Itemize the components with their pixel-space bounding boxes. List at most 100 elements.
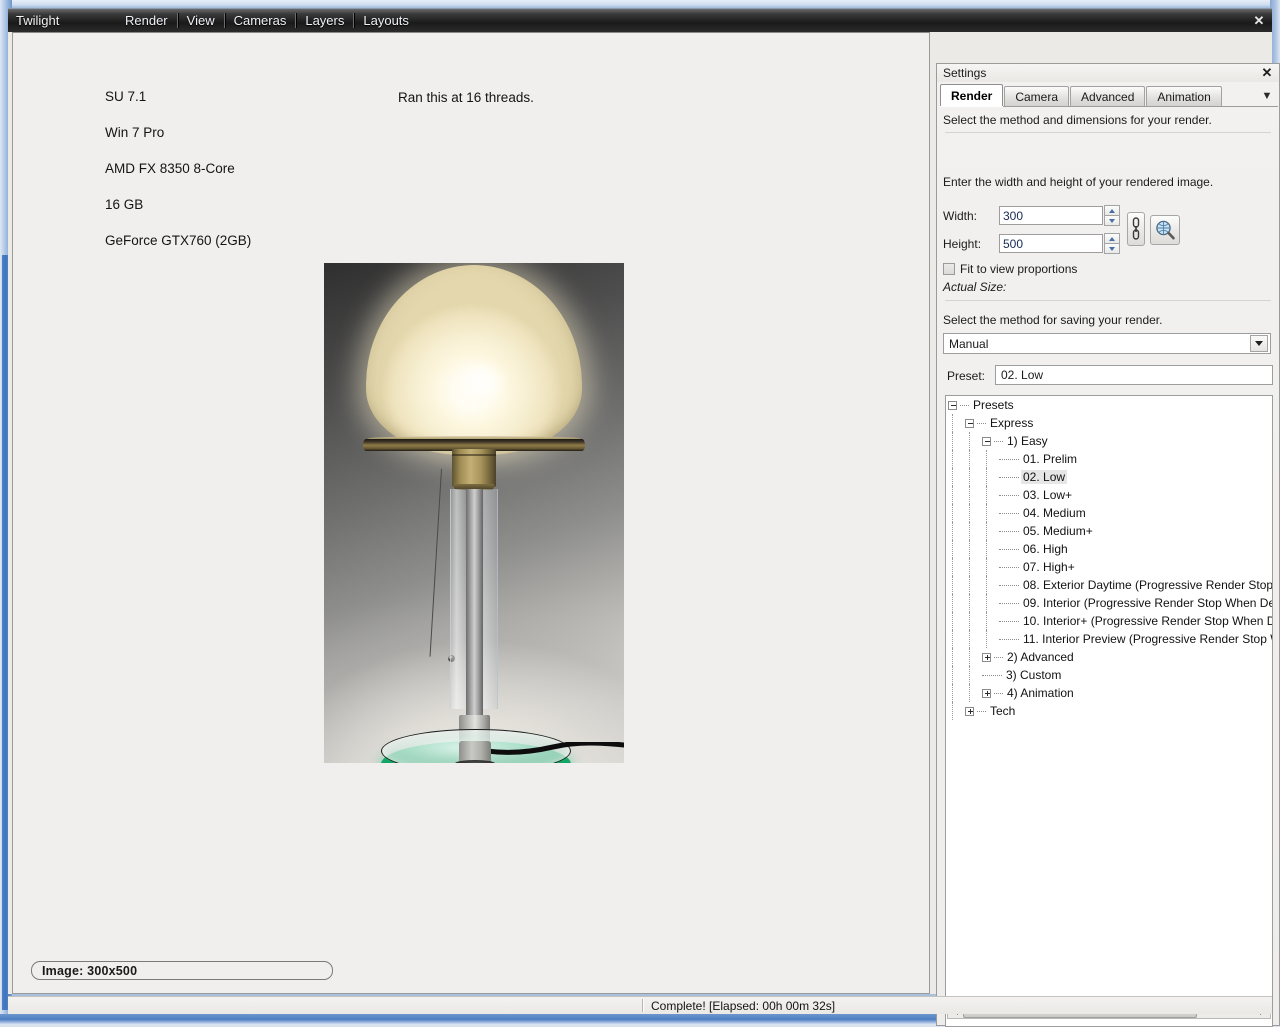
tree-item[interactable]: Tech <box>946 702 1272 720</box>
tree-connector <box>994 440 1003 442</box>
tree-guide-line <box>986 612 987 630</box>
client-area: SU 7.1 Win 7 Pro AMD FX 8350 8-Core 16 G… <box>8 32 1280 1027</box>
menu-item-layouts[interactable]: Layouts <box>354 9 418 32</box>
tree-guide-line <box>986 468 987 486</box>
image-size-readout[interactable]: Image: 300x500 <box>31 961 333 980</box>
tree-guide-line <box>969 522 970 540</box>
tree-item[interactable]: 1) Easy <box>946 432 1272 450</box>
tree-item[interactable]: 3) Custom <box>946 666 1272 684</box>
tree-guide-line <box>952 630 953 648</box>
tab-render[interactable]: Render <box>940 84 1004 106</box>
tree-connector <box>960 404 969 406</box>
chevron-down-icon[interactable] <box>1250 335 1268 352</box>
tab-advanced[interactable]: Advanced <box>1070 86 1146 106</box>
chain-link-icon[interactable] <box>1127 212 1145 246</box>
height-input[interactable] <box>999 234 1103 253</box>
tree-guide-line <box>952 504 953 522</box>
info-line-ram: 16 GB <box>105 197 144 212</box>
fit-to-view-row[interactable]: Fit to view proportions <box>943 262 1077 276</box>
tree-item[interactable]: 09. Interior (Progressive Render Stop Wh… <box>946 594 1272 612</box>
tree-guide-line <box>969 648 970 666</box>
menu-item-view[interactable]: View <box>178 9 224 32</box>
tree-guide-line <box>969 594 970 612</box>
tree-item[interactable]: 03. Low+ <box>946 486 1272 504</box>
tree-guide-line <box>952 540 953 558</box>
tree-item-label: 06. High <box>1023 542 1068 556</box>
height-stepper-up[interactable] <box>1104 233 1120 243</box>
height-stepper[interactable] <box>1104 233 1120 254</box>
tree-item[interactable]: 01. Prelim <box>946 450 1272 468</box>
info-note-threads: Ran this at 16 threads. <box>398 90 534 105</box>
expand-icon[interactable] <box>982 652 991 662</box>
preset-input[interactable]: 02. Low <box>995 365 1273 385</box>
tree-item[interactable]: 06. High <box>946 540 1272 558</box>
statusbar-status-text: Complete! [Elapsed: 00h 00m 32s] <box>651 998 836 1013</box>
settings-panel-title: Settings <box>943 66 987 80</box>
lamp-power-cable <box>487 742 624 756</box>
info-line-os: Win 7 Pro <box>105 125 165 140</box>
save-method-dropdown[interactable]: Manual <box>943 333 1271 354</box>
tree-item[interactable]: 08. Exterior Daytime (Progressive Render… <box>946 576 1272 594</box>
tree-guide-line <box>952 486 953 504</box>
chevron-down-icon[interactable]: ▼ <box>1256 86 1278 106</box>
tree-guide-line <box>969 468 970 486</box>
fit-to-view-checkbox[interactable] <box>943 263 955 275</box>
tree-item-label: 02. Low <box>1021 470 1068 484</box>
tree-guide-line <box>969 450 970 468</box>
tree-item[interactable]: 05. Medium+ <box>946 522 1272 540</box>
actual-size-label: Actual Size: <box>943 280 1007 294</box>
presets-tree[interactable]: Presets Express 1) Easy 01. Prelim 02. Low 03… <box>945 395 1273 1027</box>
statusbar-separator <box>642 999 643 1012</box>
tree-guide-line <box>969 612 970 630</box>
tree-item-label: 1) Easy <box>1007 434 1048 448</box>
tab-animation[interactable]: Animation <box>1146 86 1222 106</box>
magnifier-globe-icon[interactable] <box>1150 215 1180 245</box>
tree-connector <box>999 602 1019 604</box>
menu-item-render[interactable]: Render <box>116 9 177 32</box>
tree-guide-line <box>969 432 970 450</box>
tree-guide-line <box>986 630 987 648</box>
tree-connector <box>999 476 1019 478</box>
section-divider <box>945 132 1271 133</box>
lamp-base-hub-ring <box>455 760 495 763</box>
tree-guide-line <box>952 612 953 630</box>
tree-item[interactable]: Presets <box>946 396 1272 414</box>
menu-item-layers[interactable]: Layers <box>296 9 353 32</box>
expand-icon[interactable] <box>982 688 991 698</box>
width-input[interactable] <box>999 206 1103 225</box>
tree-item[interactable]: 10. Interior+ (Progressive Render Stop W… <box>946 612 1272 630</box>
tree-guide-line <box>952 684 953 702</box>
tree-connector <box>982 674 1002 676</box>
tree-item[interactable]: 02. Low <box>946 468 1272 486</box>
tree-item-label: Presets <box>973 398 1014 412</box>
tree-guide-line <box>969 576 970 594</box>
tree-item[interactable]: 07. High+ <box>946 558 1272 576</box>
settings-tabstrip: Render Camera Advanced Animation ▼ <box>940 84 1278 107</box>
collapse-icon[interactable] <box>948 400 957 410</box>
hint-enter-dimensions: Enter the width and height of your rende… <box>943 175 1214 189</box>
tree-guide-line <box>952 648 953 666</box>
tree-item[interactable]: 4) Animation <box>946 684 1272 702</box>
width-stepper-up[interactable] <box>1104 205 1120 215</box>
app-title: Twilight <box>16 13 60 28</box>
expand-icon[interactable] <box>965 706 974 716</box>
width-stepper[interactable] <box>1104 205 1120 226</box>
tab-camera[interactable]: Camera <box>1004 86 1070 106</box>
tree-item[interactable]: Express <box>946 414 1272 432</box>
close-icon[interactable]: ✕ <box>1259 65 1279 81</box>
height-stepper-down[interactable] <box>1104 243 1120 254</box>
tree-item-label: 03. Low+ <box>1023 488 1073 502</box>
close-icon[interactable]: ✕ <box>1246 9 1272 33</box>
info-line-cpu: AMD FX 8350 8-Core <box>105 161 235 176</box>
tree-item[interactable]: 11. Interior Preview (Progressive Render… <box>946 630 1272 648</box>
collapse-icon[interactable] <box>965 418 974 428</box>
tree-guide-line <box>952 666 953 684</box>
tree-item[interactable]: 04. Medium <box>946 504 1272 522</box>
menu-item-cameras[interactable]: Cameras <box>225 9 296 32</box>
tree-item[interactable]: 2) Advanced <box>946 648 1272 666</box>
rendered-lamp-image <box>324 263 624 763</box>
tree-connector <box>999 512 1019 514</box>
width-stepper-down[interactable] <box>1104 215 1120 226</box>
collapse-icon[interactable] <box>982 436 991 446</box>
width-label: Width: <box>943 209 978 223</box>
